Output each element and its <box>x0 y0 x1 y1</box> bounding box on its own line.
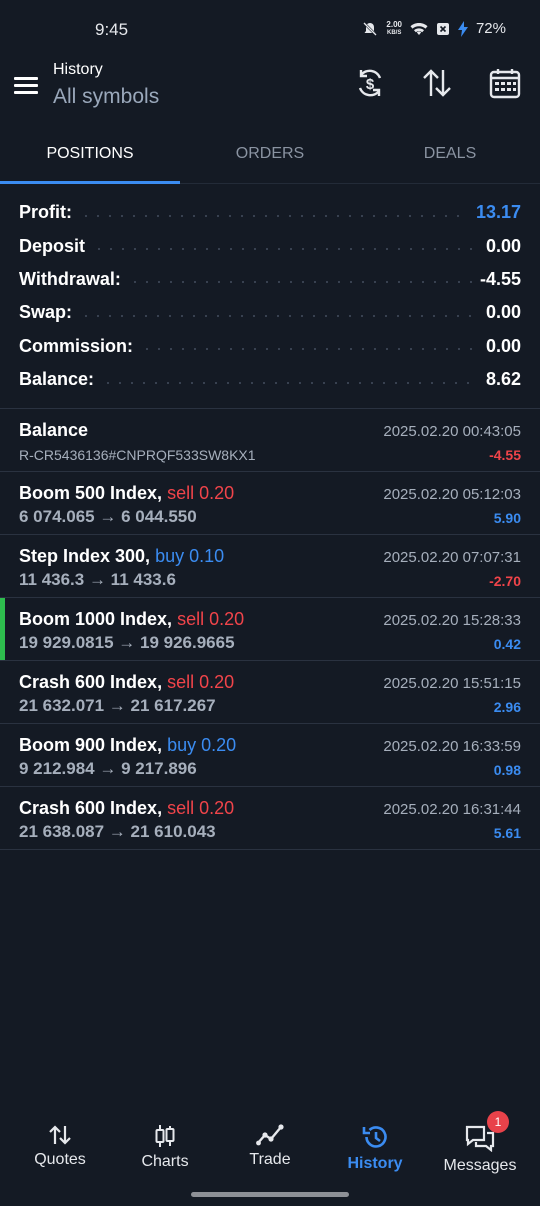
item-prices: 11 436.3 → 11 433.6 <box>19 570 176 589</box>
item-side: sell 0.20 <box>167 483 235 503</box>
nav-trade[interactable]: Trade <box>216 1108 324 1184</box>
menu-icon[interactable] <box>14 74 42 98</box>
list-item[interactable]: Balance R-CR5436136#CNPRQF533SW8KX1 2025… <box>0 409 540 472</box>
page-title: History <box>53 61 103 78</box>
list-item[interactable]: Crash 600 Index, sell 0.20 21 632.071 → … <box>0 661 540 724</box>
quotes-arrows-icon <box>49 1125 71 1145</box>
trade-line-icon <box>256 1124 284 1146</box>
item-symbol: Crash 600 Index, <box>19 672 163 692</box>
list-item[interactable]: Boom 900 Index, buy 0.20 9 212.984 → 9 2… <box>0 724 540 787</box>
item-profit: 5.90 <box>493 510 521 526</box>
summary-row-deposit: Deposit 0.00 <box>19 235 521 256</box>
status-time: 9:45 <box>95 20 129 39</box>
battery-level: 72% <box>475 20 506 37</box>
summary-row-withdrawal: Withdrawal: -4.55 <box>19 268 521 289</box>
item-prices: 19 929.0815 → 19 926.9665 <box>19 633 235 652</box>
summary-panel: Profit: 13.17 Deposit 0.00 Withdrawal: -4.5… <box>0 196 540 396</box>
item-profit: 0.98 <box>493 762 521 778</box>
item-profit: -4.55 <box>489 447 521 463</box>
withdrawal-value: -4.55 <box>479 268 521 289</box>
item-date: 2025.02.20 16:31:44 <box>383 801 521 818</box>
item-side: buy 0.10 <box>155 546 225 566</box>
item-symbol: Boom 1000 Index, <box>19 609 173 629</box>
tab-orders[interactable]: ORDERS <box>180 130 360 184</box>
home-indicator[interactable] <box>191 1192 349 1197</box>
sim-off-icon <box>436 22 449 35</box>
item-side: sell 0.20 <box>177 609 245 629</box>
nav-history[interactable]: History <box>321 1108 429 1184</box>
status-icons: 2.00 KB/S 72% <box>362 20 506 37</box>
summary-row-commission: Commission: 0.00 <box>19 335 521 356</box>
nav-charts[interactable]: Charts <box>111 1108 219 1184</box>
profit-value: 13.17 <box>475 202 521 223</box>
item-date: 2025.02.20 05:12:03 <box>383 486 521 503</box>
swap-value: 0.00 <box>485 302 521 323</box>
bottom-nav: Quotes Charts Trade History 1 Messages <box>0 1108 540 1184</box>
tab-positions[interactable]: POSITIONS <box>0 130 180 184</box>
item-prices: 21 632.071 → 21 617.267 <box>19 696 216 715</box>
list-item[interactable]: Boom 500 Index, sell 0.20 6 074.065 → 6 … <box>0 472 540 535</box>
candlestick-icon <box>155 1125 175 1147</box>
history-tabs: POSITIONS ORDERS DEALS <box>0 130 540 184</box>
status-bar: 9:45 2.00 KB/S 72% <box>0 0 540 60</box>
item-side: sell 0.20 <box>167 798 235 818</box>
deposit-value: 0.00 <box>485 235 521 256</box>
item-date: 2025.02.20 15:28:33 <box>383 612 521 629</box>
commission-value: 0.00 <box>485 335 521 356</box>
item-date: 2025.02.20 00:43:05 <box>383 423 521 440</box>
unread-badge: 1 <box>487 1111 509 1133</box>
app-bar: History All symbols $ <box>0 60 540 124</box>
summary-row-profit: Profit: 13.17 <box>19 202 521 223</box>
sort-icon[interactable] <box>420 66 454 100</box>
item-symbol: Crash 600 Index, <box>19 798 163 818</box>
item-profit: 2.96 <box>493 699 521 715</box>
tab-indicator <box>0 181 180 184</box>
list-item[interactable]: Step Index 300, buy 0.10 11 436.3 → 11 4… <box>0 535 540 598</box>
item-prices: 9 212.984 → 9 217.896 <box>19 759 197 778</box>
summary-row-swap: Swap: 0.00 <box>19 302 521 323</box>
item-comment: R-CR5436136#CNPRQF533SW8KX1 <box>19 447 256 463</box>
currency-exchange-icon[interactable]: $ <box>353 66 387 100</box>
net-speed: 2.00 KB/S <box>386 19 402 36</box>
nav-quotes[interactable]: Quotes <box>6 1108 114 1184</box>
item-date: 2025.02.20 15:51:15 <box>383 675 521 692</box>
wifi-icon <box>410 22 428 35</box>
symbol-filter[interactable]: All symbols <box>53 85 159 109</box>
item-side: sell 0.20 <box>167 672 235 692</box>
item-symbol: Boom 500 Index, <box>19 483 163 503</box>
svg-text:$: $ <box>366 76 375 93</box>
item-profit: 0.42 <box>493 636 521 652</box>
charging-icon <box>457 20 468 37</box>
nav-messages[interactable]: 1 Messages <box>426 1108 534 1184</box>
list-item[interactable]: Boom 1000 Index, sell 0.20 19 929.0815 →… <box>0 598 540 661</box>
item-prices: 6 074.065 → 6 044.550 <box>19 507 197 526</box>
item-symbol: Boom 900 Index, <box>19 735 163 755</box>
summary-row-balance: Balance: 8.62 <box>19 369 521 390</box>
positions-list: Balance R-CR5436136#CNPRQF533SW8KX1 2025… <box>0 408 540 850</box>
item-symbol: Balance <box>19 420 89 440</box>
item-profit: 5.61 <box>493 825 521 841</box>
tab-deals[interactable]: DEALS <box>360 130 540 184</box>
history-clock-icon <box>362 1126 387 1148</box>
item-prices: 21 638.087 → 21 610.043 <box>19 822 216 841</box>
item-profit: -2.70 <box>489 573 521 589</box>
item-date: 2025.02.20 16:33:59 <box>383 738 521 755</box>
balance-value: 8.62 <box>485 369 521 390</box>
item-side: buy 0.20 <box>167 735 237 755</box>
list-item[interactable]: Crash 600 Index, sell 0.20 21 638.087 → … <box>0 787 540 850</box>
item-date: 2025.02.20 07:07:31 <box>383 549 521 566</box>
calendar-icon[interactable] <box>488 66 522 100</box>
mute-bell-icon <box>363 21 378 36</box>
item-symbol: Step Index 300, <box>19 546 151 566</box>
